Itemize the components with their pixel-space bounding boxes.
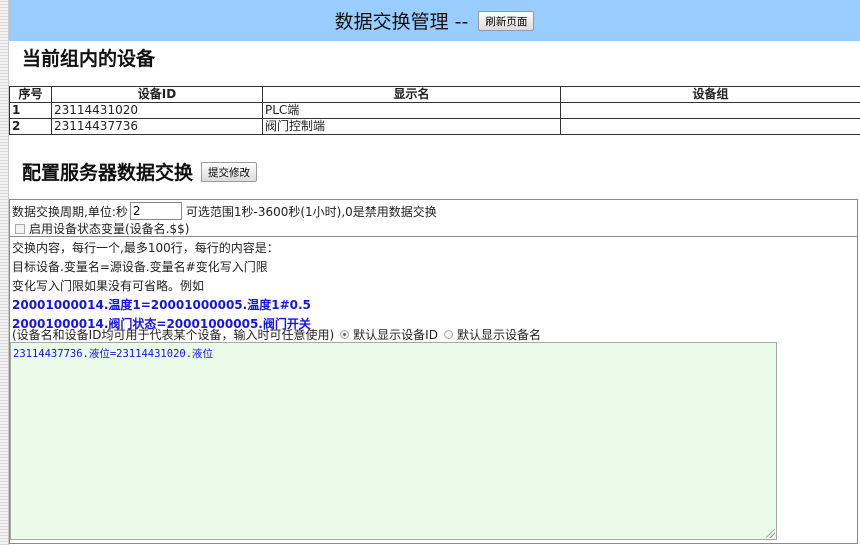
period-row: 数据交换周期,单位:秒 可选范围1秒-3600秒(1小时),0是禁用数据交换: [12, 202, 855, 220]
submit-changes-button[interactable]: 提交修改: [201, 161, 258, 182]
col-header-device-id: 设备ID: [51, 86, 263, 103]
exchange-section-title: 配置服务器数据交换 提交修改: [22, 158, 258, 185]
refresh-page-button[interactable]: 刷新页面: [478, 10, 535, 31]
row-group: [560, 118, 860, 135]
exchange-content-text: 23114437736.液位=23114431020.液位: [13, 348, 214, 360]
enable-status-checkbox[interactable]: [15, 223, 25, 234]
table-row: 2 23114437736 阀门控制端: [9, 118, 860, 135]
devices-section-title-text: 当前组内的设备: [22, 48, 156, 70]
row-device-id: 23114437736: [51, 118, 263, 135]
section-divider: [10, 236, 857, 237]
row-device-id: 23114431020: [51, 102, 263, 119]
radio-show-device-id[interactable]: [340, 330, 350, 339]
devices-section-title: 当前组内的设备: [22, 44, 155, 71]
enable-status-row: 启用设备状态变量(设备名.$$): [12, 220, 855, 237]
instruction-line: 目标设备.变量名=源设备.变量名#变化写入门限: [12, 260, 268, 274]
row-display-name: PLC端: [262, 102, 561, 119]
row-group: [560, 102, 860, 119]
exchange-content-textarea[interactable]: 23114437736.液位=23114431020.液位: [10, 342, 777, 540]
col-header-index: 序号: [9, 86, 52, 103]
period-hint: 可选范围1秒-3600秒(1小时),0是禁用数据交换: [185, 204, 437, 219]
exchange-config-panel: 数据交换周期,单位:秒 可选范围1秒-3600秒(1小时),0是禁用数据交换 启…: [9, 199, 858, 544]
row-display-name: 阀门控制端: [262, 118, 561, 135]
radio-show-device-id-label: 默认显示设备ID: [353, 328, 438, 342]
period-input[interactable]: [129, 202, 182, 220]
col-header-display-name: 显示名: [262, 86, 561, 103]
period-label: 数据交换周期,单位:秒: [12, 204, 128, 219]
table-header-row: 序号 设备ID 显示名 设备组: [9, 86, 860, 103]
example-line: 20001000014.温度1=20001000005.温度1#0.5: [12, 298, 311, 312]
left-border-stripe: [0, 0, 9, 545]
col-header-group: 设备组: [560, 86, 860, 103]
display-mode-row: (设备名和设备ID均可用于代表某个设备，输入时可任意使用) 默认显示设备ID 默…: [12, 326, 855, 343]
row-index: 2: [9, 118, 52, 135]
exchange-section-title-text: 配置服务器数据交换: [22, 162, 194, 184]
page-title: 数据交换管理 --: [334, 11, 469, 33]
header-bar: 数据交换管理 -- 刷新页面: [9, 0, 860, 41]
instruction-line: 变化写入门限如果没有可省略。例如: [12, 279, 205, 293]
resize-grip-icon[interactable]: [766, 529, 775, 538]
display-note: (设备名和设备ID均可用于代表某个设备，输入时可任意使用): [12, 328, 335, 342]
instruction-line: 交换内容，每行一个,最多100行，每行的内容是：: [12, 241, 279, 255]
radio-show-device-name[interactable]: [443, 330, 453, 339]
enable-status-label: 启用设备状态变量(设备名.$$): [29, 222, 190, 236]
devices-table: 序号 设备ID 显示名 设备组 1 23114431020 PLC端 2 231…: [9, 86, 860, 135]
row-index: 1: [9, 102, 52, 119]
table-row: 1 23114431020 PLC端: [9, 102, 860, 119]
radio-show-device-name-label: 默认显示设备名: [456, 328, 541, 342]
